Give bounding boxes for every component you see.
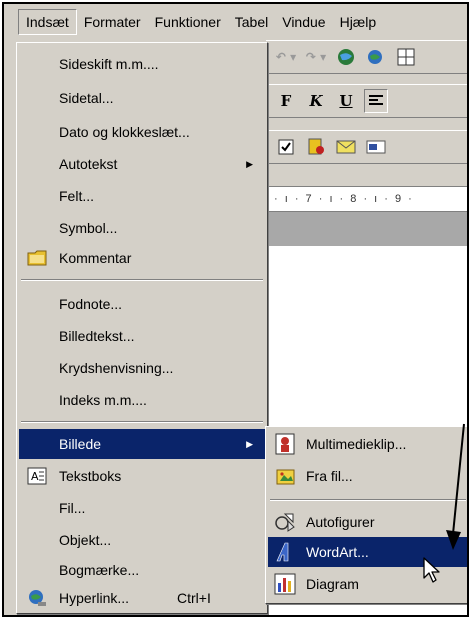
menu-bar: Indsæt Formater Funktioner Tabel Vindue … xyxy=(4,4,467,40)
menu-item-label: Fodnote... xyxy=(59,296,123,312)
hyperlink-icon xyxy=(27,588,47,608)
menu-item-caption[interactable]: Billedtekst... xyxy=(19,321,265,351)
highlight-icon[interactable] xyxy=(364,135,388,159)
submenu-item-clipart[interactable]: Multimedieklip... xyxy=(268,429,467,459)
submenu-item-label: WordArt... xyxy=(306,544,369,560)
italic-button[interactable]: K xyxy=(304,89,328,113)
menu-format[interactable]: Formater xyxy=(77,10,148,34)
menu-item-label: Krydshenvisning... xyxy=(59,360,174,376)
svg-text:A: A xyxy=(31,470,39,483)
submenu-item-label: Autofigurer xyxy=(306,514,375,530)
menu-item-label: Sideskift m.m.... xyxy=(59,56,159,72)
tracking-icon[interactable] xyxy=(304,135,328,159)
align-left-icon[interactable] xyxy=(364,89,388,113)
menu-item-label: Billedtekst... xyxy=(59,328,135,344)
submenu-item-label: Multimedieklip... xyxy=(306,436,407,452)
menu-item-label: Billede xyxy=(59,436,102,452)
menu-separator xyxy=(21,421,263,423)
tables-borders-icon[interactable] xyxy=(394,45,418,69)
document-top-strip xyxy=(266,212,467,246)
undo-icon[interactable]: ↶ ▾ xyxy=(274,45,298,69)
menu-help[interactable]: Hjælp xyxy=(333,10,384,34)
menu-item-label: Indeks m.m.... xyxy=(59,392,147,408)
menu-item-label: Symbol... xyxy=(59,220,118,236)
menu-window[interactable]: Vindue xyxy=(275,10,332,34)
mail-icon[interactable] xyxy=(334,135,358,159)
menu-item-label: Tekstboks xyxy=(59,468,122,484)
underline-button[interactable]: U xyxy=(334,89,358,113)
menu-item-label: Fil... xyxy=(59,500,86,516)
redo-icon[interactable]: ↷ ▾ xyxy=(304,45,328,69)
submenu-arrow-icon: ▶ xyxy=(246,158,253,169)
menu-item-label: Dato og klokkeslæt... xyxy=(59,124,190,140)
annotation-arrow-icon xyxy=(446,423,465,550)
menu-item-label: Sidetal... xyxy=(59,90,114,106)
submenu-item-label: Fra fil... xyxy=(306,468,353,484)
menu-item-object[interactable]: Objekt... xyxy=(19,525,265,555)
insert-menu: Sideskift m.m.... Sidetal... Dato og klo… xyxy=(16,42,268,614)
menu-table[interactable]: Tabel xyxy=(228,10,275,34)
menu-tools[interactable]: Funktioner xyxy=(148,10,228,34)
menu-item-label: Hyperlink... xyxy=(59,590,130,606)
formatting-toolbar: F K U xyxy=(266,84,467,118)
menu-item-label: Autotekst xyxy=(59,156,118,172)
review-toolbar xyxy=(266,130,467,164)
menu-item-textbox[interactable]: A Tekstboks xyxy=(19,461,265,491)
standard-toolbar: ↶ ▾ ↷ ▾ xyxy=(266,40,467,74)
menu-item-hyperlink[interactable]: Hyperlink... Ctrl+I xyxy=(19,583,265,613)
menu-item-symbol[interactable]: Symbol... xyxy=(19,213,265,243)
textbox-icon: A xyxy=(27,466,47,486)
globe-link-icon[interactable] xyxy=(364,45,388,69)
menu-item-comment[interactable]: Kommentar xyxy=(19,243,265,273)
submenu-arrow-icon: ▶ xyxy=(246,438,253,449)
submenu-item-label: Diagram xyxy=(306,576,359,592)
menu-item-field[interactable]: Felt... xyxy=(19,181,265,211)
menu-item-label: Felt... xyxy=(59,188,95,204)
submenu-item-autoshapes[interactable]: Autofigurer xyxy=(268,507,467,537)
menu-item-index[interactable]: Indeks m.m.... xyxy=(19,385,265,415)
screenshot-frame: Indsæt Formater Funktioner Tabel Vindue … xyxy=(2,2,469,617)
menu-item-file[interactable]: Fil... xyxy=(19,493,265,523)
shortcut-label: Ctrl+I xyxy=(177,590,211,606)
menu-item-label: Kommentar xyxy=(59,250,132,266)
menu-item-page-break[interactable]: Sideskift m.m.... xyxy=(19,49,265,79)
menu-item-label: Objekt... xyxy=(59,532,112,548)
menu-item-picture[interactable]: Billede ▶ xyxy=(19,429,265,459)
comment-icon xyxy=(27,248,47,268)
menu-insert[interactable]: Indsæt xyxy=(18,9,77,35)
autoshapes-icon xyxy=(274,511,296,533)
menu-item-bookmark[interactable]: Bogmærke... xyxy=(19,555,265,585)
submenu-item-from-file[interactable]: Fra fil... xyxy=(268,461,467,491)
checkbox-icon[interactable] xyxy=(274,135,298,159)
chart-icon xyxy=(274,573,296,595)
menu-separator xyxy=(21,279,263,281)
menu-item-cross-reference[interactable]: Krydshenvisning... xyxy=(19,353,265,383)
submenu-separator xyxy=(270,499,466,501)
clipart-icon xyxy=(274,433,296,455)
bold-button[interactable]: F xyxy=(274,89,298,113)
menu-item-date-time[interactable]: Dato og klokkeslæt... xyxy=(19,117,265,147)
menu-item-autotext[interactable]: Autotekst ▶ xyxy=(19,149,265,179)
horizontal-ruler: · ı · 7 · ı · 8 · ı · 9 · xyxy=(266,186,467,212)
mouse-cursor-icon xyxy=(423,557,440,583)
from-file-icon xyxy=(274,465,296,487)
wordart-icon xyxy=(274,541,296,563)
web-toolbar-icon[interactable] xyxy=(334,45,358,69)
menu-item-label: Bogmærke... xyxy=(59,562,140,578)
menu-item-page-numbers[interactable]: Sidetal... xyxy=(19,83,265,113)
menu-item-footnote[interactable]: Fodnote... xyxy=(19,289,265,319)
